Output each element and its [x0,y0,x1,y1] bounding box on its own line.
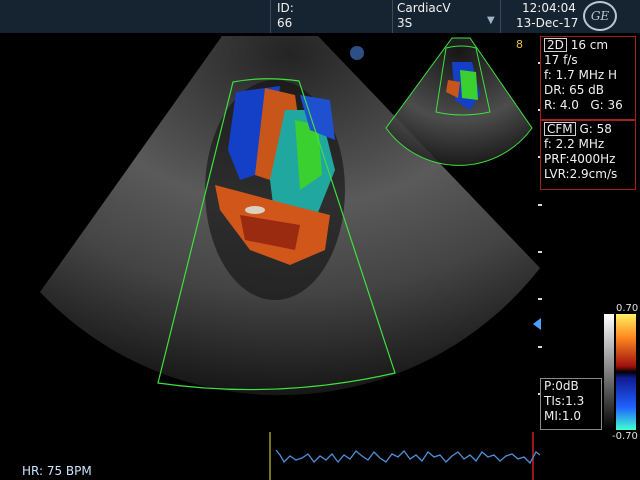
color-bar-top-value: 0.70 [616,303,639,314]
heart-rate: HR: 75 BPM [22,464,92,478]
lvr-value: LVR:2.9cm/s [544,167,618,181]
panel-cfm-params[interactable]: CFM G: 58 f: 2.2 MHz PRF:4000Hz LVR:2.9c… [540,120,636,190]
prf-value: PRF:4000Hz [544,152,616,166]
panel-power-params: P:0dB TIs:1.3 MI:1.0 [540,378,602,430]
gain-cfm: G: 58 [579,122,612,136]
mode-2d-label: 2D [544,38,567,52]
ecg-trace [275,449,541,465]
mi-value: MI:1.0 [544,409,582,423]
depth-tick [538,346,542,348]
power-value: P:0dB [544,379,579,393]
depth-pointer-icon[interactable] [533,318,541,330]
depth-tick [538,204,542,206]
frequency-2d: f: 1.7 MHz H [544,68,618,82]
gain-2d: G: 36 [590,98,623,112]
depth-tick [538,298,542,300]
dynamic-range: DR: 65 dB [544,83,604,97]
tis-value: TIs:1.3 [544,394,585,408]
frame-rate: 17 f/s [544,53,578,67]
frame-number: 8 [516,38,523,51]
color-bar-bottom-value: -0.70 [612,431,638,442]
r-value: R: 4.0 [544,98,579,112]
grayscale-bar [604,314,614,430]
probe-orientation-dot-icon [350,46,364,60]
panel-2d-params[interactable]: 2D 16 cm 17 f/s f: 1.7 MHz H DR: 65 dB R… [540,36,636,120]
depth-tick [538,251,542,253]
frequency-cfm: f: 2.2 MHz [544,137,605,151]
depth-value: 16 cm [570,38,609,52]
mode-cfm-label: CFM [544,122,576,136]
color-velocity-bar [616,314,636,430]
